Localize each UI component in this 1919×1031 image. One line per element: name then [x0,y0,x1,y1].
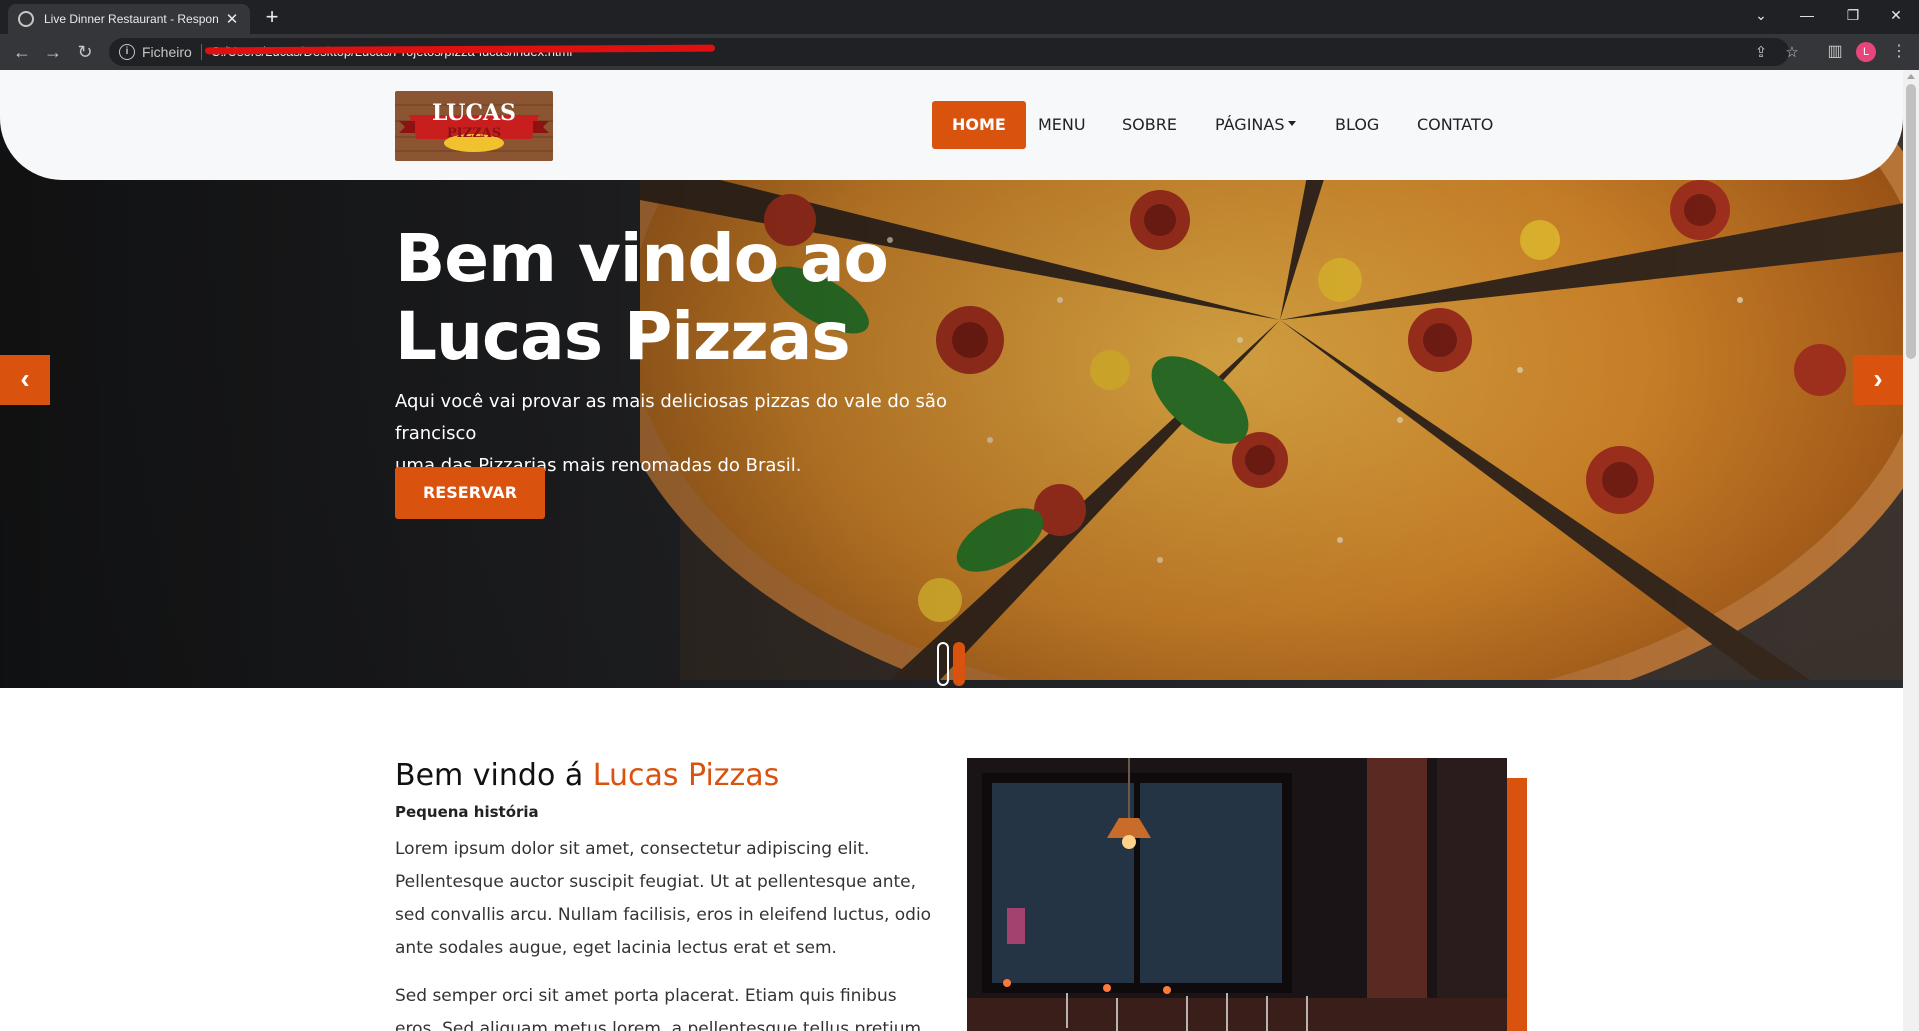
reload-icon[interactable]: ↻ [73,40,97,64]
nav-home[interactable]: HOME [932,101,1026,149]
nav-paginas[interactable]: PÁGINAS [1195,101,1316,149]
url-separator [201,44,202,60]
back-icon[interactable]: ← [10,40,34,64]
reserve-button[interactable]: RESERVAR [395,467,545,519]
hero-title-line-2: Lucas Pizzas [395,298,851,375]
scroll-up-arrow[interactable] [1907,74,1915,79]
restore-button[interactable]: ❐ [1830,0,1876,30]
browser-tab[interactable]: Live Dinner Restaurant - Responsive ✕ [8,4,250,34]
caret-down-icon [1288,121,1297,126]
nav-blog[interactable]: BLOG [1315,101,1399,149]
globe-icon [18,11,34,27]
about-title: Bem vindo á Lucas Pizzas [395,758,779,793]
browser-tabbar: Live Dinner Restaurant - Responsive ✕ + … [0,0,1919,34]
close-window-button[interactable]: ✕ [1873,0,1919,30]
share-icon[interactable]: ⇪ [1751,43,1771,63]
about-title-accent: Lucas Pizzas [592,758,780,793]
hero-title: Bem vindo ao Lucas Pizzas [395,220,1095,376]
nav-contato[interactable]: CONTATO [1397,101,1513,149]
tab-title: Live Dinner Restaurant - Responsive [44,12,218,26]
hero-title-line-1: Bem vindo ao [395,220,889,297]
site-header: LUCAS PIZZAS HOME MENU SOBRE PÁGINAS BLO… [0,70,1903,180]
about-title-prefix: Bem vindo á [395,758,593,793]
url-scheme-label: Ficheiro [142,44,192,60]
hero-text-line-1: Aqui você vai provar as mais deliciosas … [395,391,947,444]
about-subtitle: Pequena história [395,803,539,821]
nav-menu[interactable]: MENU [1018,101,1106,149]
nav-paginas-label: PÁGINAS [1215,115,1285,134]
info-icon[interactable]: i [119,44,135,60]
chevron-left-icon[interactable]: ‹ [0,355,50,405]
menu-dots-icon[interactable]: ⋮ [1887,40,1911,64]
chevron-right-icon[interactable]: › [1853,355,1903,405]
address-bar[interactable]: i Ficheiro C:/Users/Lucas/Desktop/Lucas/… [109,38,1799,66]
about-paragraph-1: Lorem ipsum dolor sit amet, consectetur … [395,839,932,958]
chevron-down-icon[interactable]: ⌄ [1738,0,1784,30]
avatar[interactable]: L [1856,42,1876,62]
redaction-mark [204,44,716,55]
logo-text: LUCAS [432,100,516,126]
new-tab-button[interactable]: + [258,4,286,32]
nav-sobre[interactable]: SOBRE [1102,101,1197,149]
scrollbar-thumb[interactable] [1906,84,1916,359]
logo-subtext: PIZZAS [446,126,502,141]
minimize-button[interactable]: — [1784,0,1830,30]
page-scrollbar[interactable] [1903,70,1919,1031]
slide-indicator-2[interactable] [953,642,965,686]
about-paragraph-2: Sed semper orci sit amet porta placerat.… [395,986,922,1031]
forward-icon[interactable]: → [41,40,65,64]
page-viewport: Bem vindo ao Lucas Pizzas Aqui você vai … [0,70,1903,1031]
browser-toolbar: ← → ↻ i Ficheiro C:/Users/Lucas/Desktop/… [0,34,1919,70]
star-icon[interactable]: ☆ [1782,43,1802,63]
close-icon[interactable]: ✕ [224,10,240,28]
slide-indicator-1[interactable] [937,642,949,686]
sidepanel-icon[interactable]: ▥ [1823,40,1847,64]
restaurant-image [967,758,1507,1031]
